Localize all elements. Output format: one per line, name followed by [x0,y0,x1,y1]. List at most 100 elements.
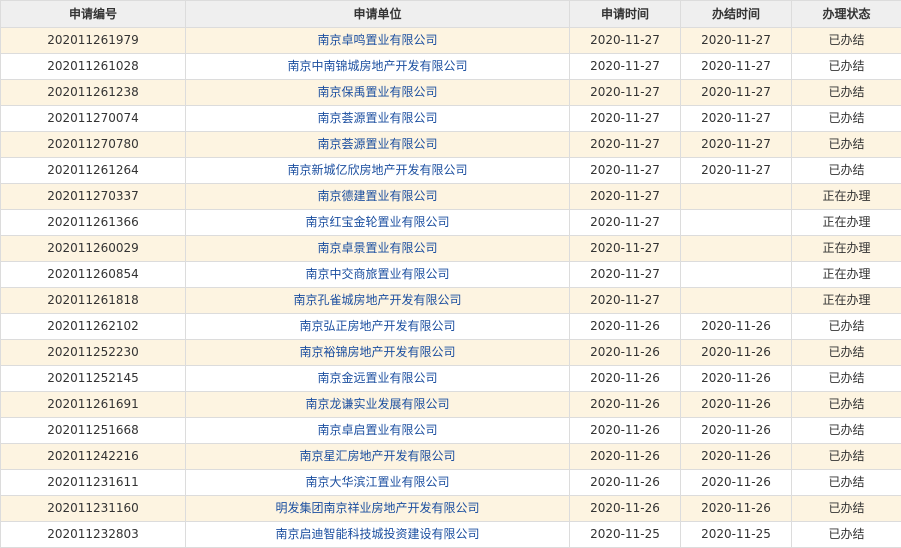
cell-apply-date: 2020-11-27 [569,235,681,262]
header-finish-date: 办结时间 [680,0,792,28]
cell-application-no: 202011270337 [0,183,186,210]
cell-applicant: 南京红宝金轮置业有限公司 [185,209,570,236]
cell-apply-date: 2020-11-26 [569,469,681,496]
cell-finish-date: 2020-11-27 [680,79,792,106]
cell-status: 正在办理 [791,183,901,210]
cell-apply-date: 2020-11-27 [569,53,681,80]
applicant-link[interactable]: 南京卓景置业有限公司 [317,241,437,255]
applicant-link[interactable]: 南京荟源置业有限公司 [317,137,437,151]
cell-finish-date [680,209,792,236]
applicant-link[interactable]: 南京弘正房地产开发有限公司 [299,319,455,333]
applicant-link[interactable]: 南京启迪智能科技城投资建设有限公司 [275,527,479,541]
cell-application-no: 202011261691 [0,391,186,418]
cell-applicant: 南京中交商旅置业有限公司 [185,261,570,288]
table-header-row: 申请编号 申请单位 申请时间 办结时间 办理状态 [0,0,901,28]
cell-application-no: 202011261366 [0,209,186,236]
cell-finish-date [680,287,792,314]
table-row: 202011261979 南京卓鸣置业有限公司 2020-11-27 2020-11-… [0,27,901,54]
applicant-link[interactable]: 南京大华滨江置业有限公司 [305,475,449,489]
cell-apply-date: 2020-11-27 [569,105,681,132]
cell-applicant: 南京保禹置业有限公司 [185,79,570,106]
cell-finish-date: 2020-11-26 [680,339,792,366]
cell-application-no: 202011261238 [0,79,186,106]
cell-status: 已办结 [791,53,901,80]
cell-applicant: 南京星汇房地产开发有限公司 [185,443,570,470]
cell-finish-date [680,183,792,210]
cell-finish-date [680,261,792,288]
applicant-link[interactable]: 南京龙谦实业发展有限公司 [305,397,449,411]
cell-apply-date: 2020-11-26 [569,417,681,444]
cell-status: 已办结 [791,313,901,340]
cell-status: 已办结 [791,495,901,522]
cell-application-no: 202011261264 [0,157,186,184]
header-applicant: 申请单位 [185,0,570,28]
cell-status: 正在办理 [791,261,901,288]
cell-status: 正在办理 [791,287,901,314]
applicant-link[interactable]: 南京裕锦房地产开发有限公司 [299,345,455,359]
table-row: 202011231160 明发集团南京祥业房地产开发有限公司 2020-11-26 2… [0,495,901,522]
cell-apply-date: 2020-11-26 [569,391,681,418]
cell-application-no: 202011261979 [0,27,186,54]
cell-applicant: 南京中南锦城房地产开发有限公司 [185,53,570,80]
cell-application-no: 202011252145 [0,365,186,392]
cell-apply-date: 2020-11-27 [569,79,681,106]
cell-apply-date: 2020-11-26 [569,443,681,470]
applicant-link[interactable]: 南京红宝金轮置业有限公司 [305,215,449,229]
cell-applicant: 南京大华滨江置业有限公司 [185,469,570,496]
table-row: 202011270780 南京荟源置业有限公司 2020-11-27 2020-11-… [0,131,901,158]
cell-status: 已办结 [791,469,901,496]
applicant-link[interactable]: 南京德建置业有限公司 [317,189,437,203]
applicant-link[interactable]: 南京卓启置业有限公司 [317,423,437,437]
cell-status: 正在办理 [791,209,901,236]
cell-apply-date: 2020-11-27 [569,27,681,54]
applicant-link[interactable]: 南京新城亿欣房地产开发有限公司 [287,163,467,177]
table-row: 202011231611 南京大华滨江置业有限公司 2020-11-26 2020-1… [0,469,901,496]
cell-application-no: 202011251668 [0,417,186,444]
header-application-no: 申请编号 [0,0,186,28]
cell-status: 已办结 [791,157,901,184]
cell-applicant: 南京卓景置业有限公司 [185,235,570,262]
applicant-link[interactable]: 南京中交商旅置业有限公司 [305,267,449,281]
cell-application-no: 202011231160 [0,495,186,522]
table-row: 202011251668 南京卓启置业有限公司 2020-11-26 2020-11-… [0,417,901,444]
table-row: 202011270074 南京荟源置业有限公司 2020-11-27 2020-11-… [0,105,901,132]
table-row: 202011242216 南京星汇房地产开发有限公司 2020-11-26 2020-… [0,443,901,470]
cell-application-no: 202011270074 [0,105,186,132]
cell-finish-date: 2020-11-27 [680,27,792,54]
table-row: 202011260029 南京卓景置业有限公司 2020-11-27 正在办理 [0,235,901,262]
cell-status: 已办结 [791,391,901,418]
cell-finish-date [680,235,792,262]
cell-application-no: 202011260854 [0,261,186,288]
cell-status: 已办结 [791,443,901,470]
cell-finish-date: 2020-11-26 [680,443,792,470]
cell-applicant: 南京德建置业有限公司 [185,183,570,210]
cell-status: 已办结 [791,521,901,548]
cell-application-no: 202011261818 [0,287,186,314]
applicant-link[interactable]: 南京孔雀城房地产开发有限公司 [293,293,461,307]
applicant-link[interactable]: 南京金远置业有限公司 [317,371,437,385]
table-row: 202011252145 南京金远置业有限公司 2020-11-26 2020-11-… [0,365,901,392]
cell-status: 已办结 [791,79,901,106]
cell-applicant: 南京孔雀城房地产开发有限公司 [185,287,570,314]
applicant-link[interactable]: 南京星汇房地产开发有限公司 [299,449,455,463]
cell-finish-date: 2020-11-27 [680,157,792,184]
cell-application-no: 202011262102 [0,313,186,340]
cell-finish-date: 2020-11-26 [680,469,792,496]
cell-status: 已办结 [791,27,901,54]
cell-status: 已办结 [791,131,901,158]
cell-apply-date: 2020-11-27 [569,157,681,184]
cell-application-no: 202011252230 [0,339,186,366]
applicant-link[interactable]: 南京中南锦城房地产开发有限公司 [287,59,467,73]
applicant-link[interactable]: 南京荟源置业有限公司 [317,111,437,125]
table-row: 202011261028 南京中南锦城房地产开发有限公司 2020-11-27 202… [0,53,901,80]
table-row: 202011261818 南京孔雀城房地产开发有限公司 2020-11-27 正在办理 [0,287,901,314]
table-row: 202011232803 南京启迪智能科技城投资建设有限公司 2020-11-25 2… [0,521,901,548]
cell-apply-date: 2020-11-26 [569,365,681,392]
table-row: 202011252230 南京裕锦房地产开发有限公司 2020-11-26 2020-… [0,339,901,366]
applicant-link[interactable]: 南京保禹置业有限公司 [317,85,437,99]
applicant-link[interactable]: 南京卓鸣置业有限公司 [317,33,437,47]
cell-apply-date: 2020-11-27 [569,131,681,158]
table-row: 202011260854 南京中交商旅置业有限公司 2020-11-27 正在办理 [0,261,901,288]
cell-apply-date: 2020-11-27 [569,209,681,236]
applicant-link[interactable]: 明发集团南京祥业房地产开发有限公司 [275,501,479,515]
